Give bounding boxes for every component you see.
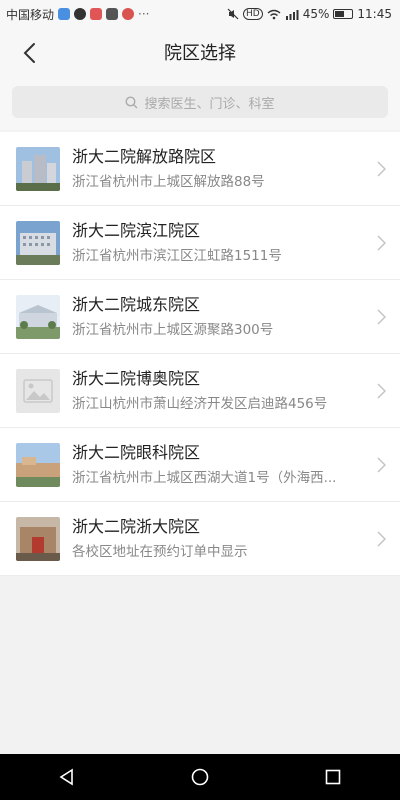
- campus-item[interactable]: 浙大二院解放路院区 浙江省杭州市上城区解放路88号: [0, 132, 400, 206]
- notification-app-icon: [106, 8, 119, 20]
- mute-icon: [227, 8, 239, 20]
- campus-name: 浙大二院城东院区: [72, 294, 201, 314]
- battery-icon: [333, 9, 354, 19]
- campus-item[interactable]: 浙大二院滨江院区 浙江省杭州市滨江区江虹路1511号: [0, 206, 400, 280]
- chevron-right-icon: [377, 234, 386, 251]
- status-bar: 中国移动 ··· HD 45% 11:45: [0, 0, 400, 28]
- circle-home-icon: [191, 768, 209, 786]
- nav-back-button[interactable]: [47, 757, 87, 797]
- campus-item[interactable]: 浙大二院博奥院区 浙江山杭州市萧山经济开发区启迪路456号: [0, 354, 400, 428]
- chevron-right-icon: [377, 456, 386, 473]
- carrier-label: 中国移动: [6, 7, 55, 22]
- status-right: HD 45% 11:45: [227, 7, 392, 21]
- square-recents-icon: [326, 769, 341, 785]
- campus-thumbnail: [16, 146, 60, 191]
- hd-icon: HD: [243, 8, 263, 20]
- message-icon: [74, 8, 87, 20]
- chevron-right-icon: [377, 382, 386, 399]
- notification-app-icon: [122, 8, 135, 20]
- search-placeholder: 搜索医生、门诊、科室: [144, 96, 275, 112]
- search-input[interactable]: 搜索医生、门诊、科室: [12, 86, 388, 118]
- notification-app-icon: [90, 8, 103, 20]
- triangle-back-icon: [59, 768, 73, 786]
- campus-thumbnail: [16, 442, 60, 487]
- chevron-right-icon: [377, 530, 386, 547]
- campus-name: 浙大二院浙大院区: [72, 516, 201, 536]
- search-icon: [125, 95, 138, 108]
- campus-name: 浙大二院眼科院区: [72, 442, 201, 462]
- image-placeholder-icon: [16, 368, 60, 413]
- wifi-icon: [267, 9, 281, 19]
- campus-thumbnail: [16, 516, 60, 561]
- header: 院区选择: [0, 28, 400, 76]
- campus-item[interactable]: 浙大二院眼科院区 浙江省杭州市上城区西湖大道1号（外海西...: [0, 428, 400, 502]
- campus-thumbnail: [16, 220, 60, 265]
- campus-address: 浙江省杭州市上城区源聚路300号: [72, 321, 274, 338]
- nav-home-button[interactable]: [180, 757, 220, 797]
- campus-address: 浙江山杭州市萧山经济开发区启迪路456号: [72, 395, 328, 412]
- campus-item[interactable]: 浙大二院城东院区 浙江省杭州市上城区源聚路300号: [0, 280, 400, 354]
- page-title: 院区选择: [164, 43, 236, 64]
- battery-percent: 45%: [302, 7, 330, 21]
- campus-thumbnail: [16, 294, 60, 339]
- search-container: 搜索医生、门诊、科室: [0, 76, 400, 130]
- campus-name: 浙大二院博奥院区: [72, 368, 201, 388]
- campus-address: 各校区地址在预约订单中显示: [72, 543, 248, 560]
- campus-list: 浙大二院解放路院区 浙江省杭州市上城区解放路88号 浙大二院滨江院区 浙江省杭州…: [0, 132, 400, 576]
- campus-item[interactable]: 浙大二院浙大院区 各校区地址在预约订单中显示: [0, 502, 400, 576]
- campus-address: 浙江省杭州市上城区西湖大道1号（外海西...: [72, 469, 337, 486]
- system-nav-bar: [0, 754, 400, 800]
- campus-address: 浙江省杭州市滨江区江虹路1511号: [72, 247, 282, 264]
- campus-name: 浙大二院解放路院区: [72, 146, 217, 166]
- nav-recents-button[interactable]: [313, 757, 353, 797]
- campus-name: 浙大二院滨江院区: [72, 220, 201, 240]
- back-button[interactable]: [14, 38, 44, 68]
- chevron-left-icon: [23, 43, 35, 63]
- clock: 11:45: [357, 7, 392, 21]
- notification-app-icon: [58, 8, 71, 20]
- chevron-right-icon: [377, 160, 386, 177]
- chevron-right-icon: [377, 308, 386, 325]
- more-icon: ···: [138, 7, 150, 21]
- campus-address: 浙江省杭州市上城区解放路88号: [72, 173, 265, 190]
- signal-icon: [285, 9, 299, 20]
- status-left: 中国移动 ···: [6, 6, 149, 23]
